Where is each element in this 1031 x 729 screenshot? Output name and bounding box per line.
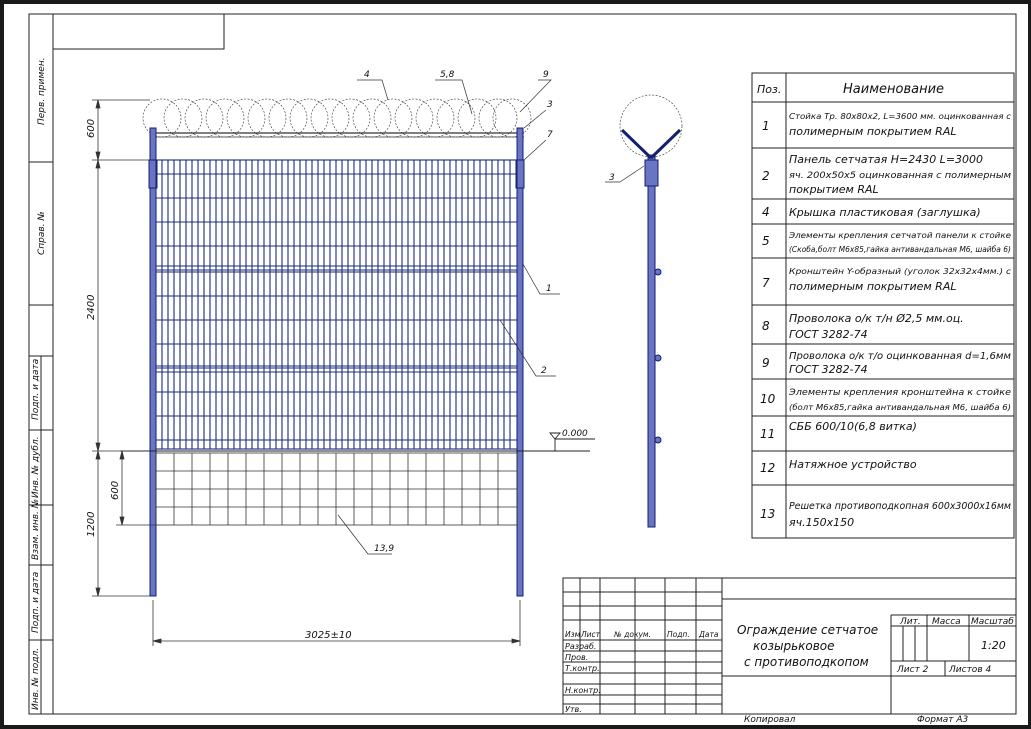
spec-row-7-line-2: полимерным покрытием RAL (789, 280, 956, 293)
spec-row-5-line-1: Элементы крепления сетчатой панели к сто… (788, 231, 1011, 240)
spec-row-12-pos: 12 (760, 461, 775, 475)
spec-row-1-pos: 1 (762, 119, 770, 133)
spec-row-13-pos: 13 (760, 507, 775, 521)
callout-4: 4 (364, 70, 370, 80)
tb-mass-label: Масса (932, 617, 961, 627)
spec-row-10-pos: 10 (760, 392, 776, 406)
tb-role-utv: Утв. (565, 705, 582, 714)
side-label-inv-podl: Инв. № подл. (31, 648, 41, 710)
dim-width: 3025±10 (305, 630, 352, 641)
tb-role-nkontr: Н.контр. (565, 686, 601, 695)
dim-600-top: 600 (86, 119, 97, 138)
level-value: 0.000 (562, 429, 588, 439)
drawing-sheet: Перв. примен. Справ. № Подп. и дата Инв.… (4, 4, 1028, 725)
spec-row-2-line-2: яч. 200х50х5 оцинкованная с полимерным (789, 171, 1011, 181)
spec-row-8-pos: 8 (762, 319, 770, 333)
tb-sheet: Лист 2 (896, 665, 929, 675)
tb-header-list: Лист (580, 630, 601, 639)
side-label-sprav: Справ. № (37, 211, 47, 255)
spec-row-10-line-2: (болт М6х85,гайка антивандальная М6, шай… (789, 403, 1011, 412)
tb-header-podp: Подп. (667, 630, 690, 639)
callout-7: 7 (547, 130, 553, 140)
callout-1: 1 (546, 284, 552, 294)
spec-header-name: Наименование (843, 82, 944, 97)
tb-role-tkontr: Т.контр. (565, 664, 600, 673)
dim-600-bottom: 600 (110, 481, 121, 500)
tb-sheets: Листов 4 (948, 665, 991, 675)
spec-row-2-line-3: покрытием RAL (789, 183, 879, 196)
side-label-vzam: Взам. инв. № (31, 499, 41, 560)
spec-row-5-line-2: (Скоба,болт М6х85,гайка антивандальная М… (789, 245, 1011, 254)
spec-row-11-pos: 11 (760, 427, 775, 441)
tb-title-line-2: козырьковое (753, 639, 835, 653)
spec-row-1-line-2: полимерным покрытием RAL (789, 125, 956, 138)
tb-title-line-3: с противоподкопом (744, 655, 869, 669)
format-label: Формат А3 (917, 715, 969, 725)
spec-row-2-pos: 2 (762, 169, 770, 183)
tb-title-line-1: Ограждение сетчатое (737, 623, 878, 637)
tb-header-doc: № докум. (613, 630, 651, 639)
tb-scale-value: 1:20 (981, 639, 1006, 652)
left-post (149, 127, 157, 597)
side-label-podp1: Подп. и дата (31, 359, 41, 420)
tb-header-date: Дата (698, 630, 719, 639)
copied-label: Копировал (744, 715, 796, 725)
spec-header-pos: Поз. (757, 83, 781, 96)
tb-role-prov: Пров. (565, 653, 588, 662)
spec-row-1-line-1: Стойка Тр. 80х80х2, L=3600 мм. оцинкован… (789, 112, 1012, 121)
callout-3: 3 (547, 100, 553, 110)
side-label-inv-dubl: Инв. № дубл. (31, 436, 41, 498)
tb-scale-label: Масштаб (971, 617, 1014, 627)
spec-row-10-line-1: Элементы крепления кронштейна к стойке (788, 388, 1012, 398)
dim-1200: 1200 (86, 512, 97, 537)
spec-row-7-line-1: Кронштейн Y-образный (уголок 32х32х4мм.)… (789, 267, 1012, 276)
side-label-podp2: Подп. и дата (31, 572, 41, 633)
spec-row-8-line-1: Проволока о/к т/н Ø2,5 мм.оц. (789, 312, 964, 325)
right-post (516, 127, 524, 597)
spec-row-5-pos: 5 (762, 234, 770, 248)
spec-row-4-pos: 4 (762, 205, 770, 219)
spec-row-12-line-1: Натяжное устройство (789, 458, 917, 471)
callout-13-9: 13,9 (374, 544, 394, 554)
tb-header-izm: Изм (565, 630, 581, 639)
spec-row-8-line-2: ГОСТ 3282-74 (789, 328, 868, 341)
spec-row-9-line-1: Проволока о/к т/о оцинкованная d=1,6мм (789, 351, 1011, 362)
side-label-perv: Перв. примен. (37, 57, 47, 125)
callout-5-8: 5,8 (440, 70, 455, 80)
spec-row-13-line-2: яч.150х150 (789, 516, 854, 529)
spec-row-7-pos: 7 (762, 276, 770, 290)
callout-2: 2 (541, 366, 547, 376)
spec-row-4-line-1: Крышка пластиковая (заглушка) (789, 206, 981, 219)
spec-row-9-line-2: ГОСТ 3282-74 (789, 363, 868, 376)
callout-3-side: 3 (609, 173, 615, 183)
spec-row-2-line-1: Панель сетчатая H=2430 L=3000 (789, 153, 983, 166)
callout-9: 9 (543, 70, 549, 80)
spec-row-11-line-1: СББ 600/10(6,8 витка) (789, 420, 917, 433)
spec-row-9-pos: 9 (762, 356, 770, 370)
dim-2400: 2400 (86, 295, 97, 320)
spec-row-13-line-1: Решетка противоподкопная 600х3000х16мм (789, 501, 1011, 512)
tb-lit-label: Лит. (899, 617, 921, 627)
tb-role-razrab: Разраб. (565, 642, 596, 651)
